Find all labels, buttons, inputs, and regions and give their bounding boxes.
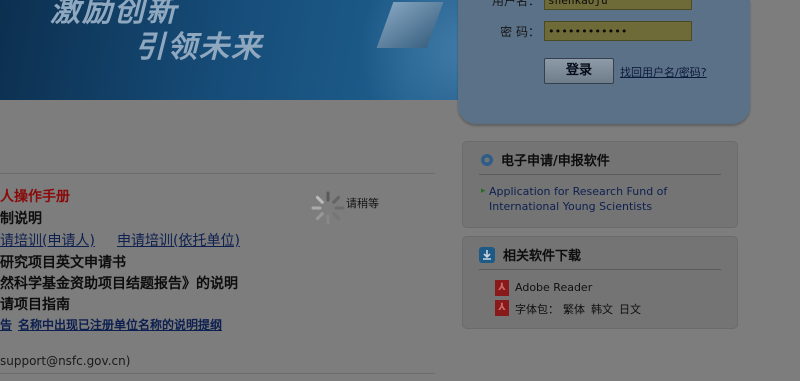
font-option-traditional[interactable]: 繁体 <box>563 301 585 317</box>
adobe-reader-link[interactable]: Adobe Reader <box>515 281 592 294</box>
download-icon <box>479 247 495 263</box>
login-button[interactable]: 登录 <box>544 58 614 84</box>
download-panel: 相关软件下载 ⅄ Adobe Reader ⅄ 字体包： 繁体 韩文 日文 <box>462 236 738 329</box>
pdf-icon: ⅄ <box>495 280 509 296</box>
list-item[interactable]: 人操作手册 <box>0 186 70 206</box>
main-content: 人操作手册 制说明 请培训(申请人) 申请培训(依托单位) 研究项目英文申请书 … <box>0 110 450 381</box>
font-option-japanese[interactable]: 日文 <box>619 301 641 317</box>
panel-divider <box>479 269 721 270</box>
list-item[interactable]: 申请培训(依托单位) <box>117 230 240 250</box>
list-item[interactable]: 制说明 <box>0 208 42 228</box>
divider <box>0 373 435 374</box>
password-input[interactable] <box>544 21 692 41</box>
list-item[interactable]: 然科学基金资助项目结题报告》的说明 <box>0 273 238 293</box>
bullet-arrow-icon: ▸ <box>481 186 486 196</box>
download-panel-title: 相关软件下载 <box>503 249 582 264</box>
list-item[interactable]: 告 <box>0 316 12 333</box>
login-panel: 用户名： 密 码： 登录 找回用户名/密码? <box>458 0 750 124</box>
list-item[interactable]: 研究项目英文申请书 <box>0 252 126 272</box>
username-label: 用户名： <box>491 0 540 8</box>
software-panel-title: 电子申请/申报软件 <box>501 154 610 169</box>
slogan-line-2: 引领未来 <box>135 30 263 65</box>
forgot-credentials-link[interactable]: 找回用户名/密码? <box>620 64 707 80</box>
username-input[interactable] <box>544 0 692 10</box>
loading-spinner-icon <box>311 191 345 225</box>
list-item[interactable]: 名称中出现已注册单位名称的说明提纲 <box>18 316 222 333</box>
support-email: support@nsfc.gov.cn) <box>0 354 131 368</box>
password-label: 密 码： <box>500 25 540 39</box>
software-download-link[interactable]: ▸ Application for Research Fund of Inter… <box>481 184 721 214</box>
list-item[interactable]: 请培训(申请人) <box>0 230 95 250</box>
software-panel: 电子申请/申报软件 ▸ Application for Research Fun… <box>462 141 738 228</box>
loading-text: 请稍等 <box>346 197 379 210</box>
divider <box>0 173 435 174</box>
password-row: 密 码： <box>458 21 750 43</box>
font-option-korean[interactable]: 韩文 <box>591 301 613 317</box>
list-item[interactable]: 请项目指南 <box>0 294 70 314</box>
panel-divider <box>479 174 721 175</box>
username-row: 用户名： <box>458 0 750 12</box>
font-pack-label: 字体包： <box>515 303 559 316</box>
gear-icon <box>481 154 493 166</box>
software-link-text[interactable]: Application for Research Fund of Interna… <box>489 184 721 214</box>
pdf-icon: ⅄ <box>495 300 509 316</box>
